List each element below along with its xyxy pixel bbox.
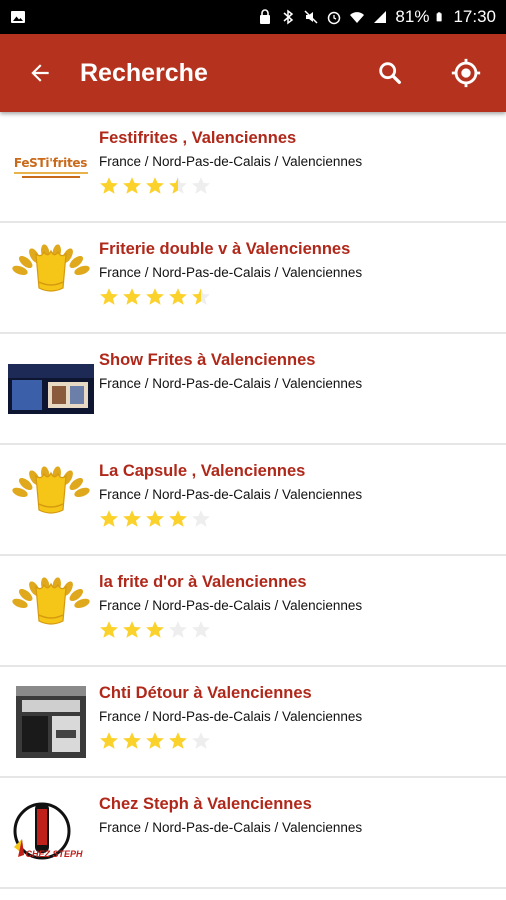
restaurant-location: France / Nord-Pas-de-Calais / Valencienn… [99,487,363,502]
star-icon [123,510,141,527]
page-title: Recherche [80,58,208,87]
back-button[interactable] [0,34,80,112]
restaurant-thumbnail: CHEZ STEPH [0,778,99,887]
rating-stars [99,731,506,751]
rating-stars [99,176,506,196]
gold-fries-laurel-icon [11,576,90,625]
star-icon [146,732,164,749]
my-location-button[interactable] [426,34,506,112]
rating-stars [99,287,506,307]
restaurant-name: la frite d'or à Valenciennes [99,573,307,591]
restaurant-thumbnail [0,556,99,665]
app-bar: Recherche [0,34,506,112]
rating-stars [99,509,506,529]
star-icon [192,510,210,527]
results-list: FeSTi'frites Festifrites , Valenciennes … [0,112,506,889]
restaurant-thumbnail [0,445,99,554]
star-icon [100,288,118,305]
star-icon [100,177,118,194]
storefront-photo [15,685,86,758]
restaurant-name: Chez Steph à Valenciennes [99,795,312,813]
restaurant-location: France / Nord-Pas-de-Calais / Valencienn… [99,376,363,391]
star-icon [100,621,118,638]
battery-level: 81% [395,7,430,26]
restaurant-thumbnail [0,667,99,776]
storefront-photo [7,363,94,414]
search-button[interactable] [354,34,426,112]
restaurant-name: Show Frites à Valenciennes [99,351,316,369]
list-item[interactable]: FeSTi'frites Festifrites , Valenciennes … [0,112,506,223]
star-icon [146,288,164,305]
wifi-icon [350,12,365,23]
list-item[interactable]: Friterie double v à Valenciennes France … [0,223,506,334]
restaurant-name: Friterie double v à Valenciennes [99,240,351,258]
restaurant-location: France / Nord-Pas-de-Calais / Valencienn… [99,709,363,724]
clock: 17:30 [453,7,496,26]
star-icon [123,177,141,194]
arrow-left-icon [31,64,49,82]
star-icon [169,177,187,194]
star-icon [146,621,164,638]
status-bar: 81% 17:30 [0,0,506,34]
star-icon [192,177,210,194]
list-item[interactable]: La Capsule , Valenciennes France / Nord-… [0,445,506,556]
gold-fries-laurel-icon [11,243,90,292]
star-icon [169,621,187,638]
star-icon [100,732,118,749]
gps-target-icon [451,58,481,88]
restaurant-location: France / Nord-Pas-de-Calais / Valencienn… [99,598,363,613]
search-icon [379,62,401,84]
restaurant-thumbnail [0,223,99,332]
festifrites-logo: FeSTi'frites [8,156,94,178]
star-icon [123,288,141,305]
star-icon [169,288,187,305]
star-icon [192,732,210,749]
star-icon [192,288,210,305]
star-icon [100,510,118,527]
restaurant-location: France / Nord-Pas-de-Calais / Valencienn… [99,820,363,835]
star-icon [123,732,141,749]
star-icon [192,621,210,638]
restaurant-thumbnail: FeSTi'frites [0,112,99,221]
restaurant-location: France / Nord-Pas-de-Calais / Valencienn… [99,154,363,169]
star-icon [169,510,187,527]
list-item[interactable]: la frite d'or à Valenciennes France / No… [0,556,506,667]
star-icon [146,177,164,194]
signal-icon [374,11,387,23]
restaurant-name: Chti Détour à Valenciennes [99,684,312,702]
restaurant-thumbnail [0,334,99,443]
list-item[interactable]: CHEZ STEPH Chez Steph à Valenciennes Fra… [0,778,506,889]
list-item[interactable]: Show Frites à Valenciennes France / Nord… [0,334,506,445]
rating-stars [99,620,506,640]
list-item[interactable]: Chti Détour à Valenciennes France / Nord… [0,667,506,778]
lock-notification-icon [260,9,271,24]
chez-steph-logo: CHEZ STEPH [8,797,94,869]
battery-icon [437,12,443,22]
star-icon [169,732,187,749]
star-icon [146,510,164,527]
gold-fries-laurel-icon [11,465,90,514]
mute-icon [304,10,318,24]
alarm-icon [328,11,341,25]
image-notification-icon [11,11,25,23]
restaurant-name: La Capsule , Valenciennes [99,462,306,480]
star-icon [123,621,141,638]
restaurant-name: Festifrites , Valenciennes [99,129,297,147]
restaurant-location: France / Nord-Pas-de-Calais / Valencienn… [99,265,363,280]
bluetooth-icon [283,9,294,25]
